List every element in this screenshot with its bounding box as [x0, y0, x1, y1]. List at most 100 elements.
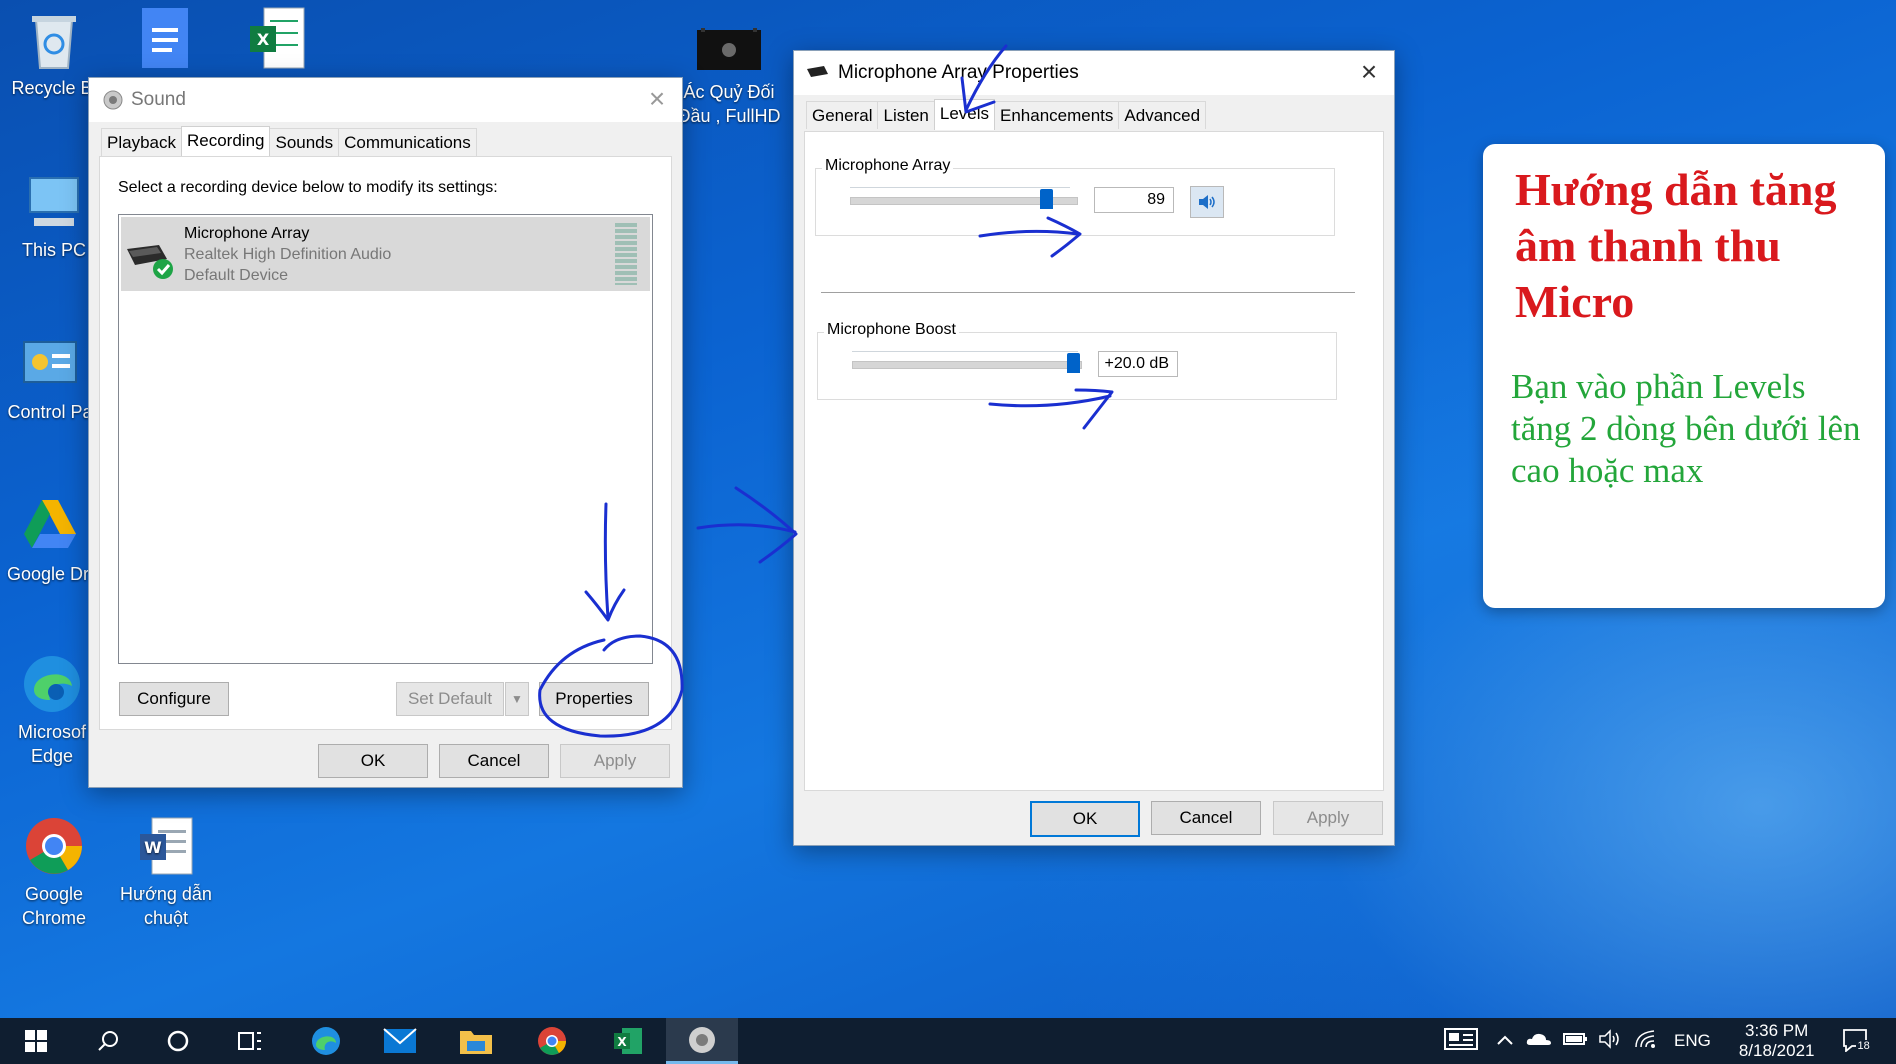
desktop-icon-label: Ác Quỷ Đối Đầu , FullHD [677, 82, 781, 126]
battery-icon[interactable] [1562, 1031, 1598, 1052]
taskbar-edge[interactable] [290, 1018, 362, 1064]
tab-general[interactable]: General [806, 101, 879, 129]
tab-enhancements[interactable]: Enhancements [994, 101, 1120, 129]
speaker-icon [103, 90, 123, 110]
microphone-boost-group: Microphone Boost +20.0 dB [817, 321, 1337, 400]
group-divider [821, 292, 1355, 293]
desktop-icon-control-panel[interactable]: Control Pa [0, 332, 100, 424]
tab-communications[interactable]: Communications [338, 128, 477, 156]
callout-heading: Hướng dẫn tăng âm thanh thu Micro [1515, 164, 1837, 327]
properties-button[interactable]: Properties [539, 682, 649, 716]
desktop-icon-video[interactable]: Ác Quỷ Đối Đầu , FullHD [676, 28, 782, 128]
recording-instruction: Select a recording device below to modif… [118, 179, 498, 196]
mail-icon [383, 1028, 417, 1054]
desktop-icon-label: Hướng dẫn chuột [120, 884, 212, 928]
news-icon[interactable] [1444, 1027, 1484, 1056]
apply-button[interactable]: Apply [560, 744, 670, 778]
properties-dialog-titlebar[interactable]: Microphone Array Properties × [794, 51, 1394, 95]
device-status: Default Device [184, 267, 289, 284]
tab-listen[interactable]: Listen [877, 101, 935, 129]
this-pc-icon [22, 170, 86, 234]
tab-sounds[interactable]: Sounds [269, 128, 340, 156]
desktop-icon-label: Microsof Edge [17, 722, 86, 766]
close-icon[interactable]: × [1354, 57, 1384, 87]
microphone-device-icon [125, 241, 175, 281]
onedrive-icon[interactable] [1526, 1031, 1562, 1052]
cancel-button[interactable]: Cancel [1151, 801, 1261, 835]
taskbar-chrome[interactable] [516, 1018, 588, 1064]
control-panel-icon [18, 332, 82, 396]
taskbar-file-explorer[interactable] [440, 1018, 512, 1064]
level-meter [615, 223, 637, 285]
mute-button[interactable] [1190, 186, 1224, 218]
svg-text:W: W [144, 838, 162, 857]
speaker-volume-icon [1197, 193, 1217, 211]
apply-button[interactable]: Apply [1273, 801, 1383, 835]
sound-dialog-title: Sound [131, 89, 186, 110]
level-slider-ticks [850, 187, 1070, 190]
device-row-microphone-array[interactable]: Microphone Array Realtek High Definition… [121, 217, 650, 291]
device-list[interactable]: Microphone Array Realtek High Definition… [118, 214, 653, 664]
tab-recording[interactable]: Recording [180, 126, 271, 157]
svg-text:X: X [617, 1035, 627, 1049]
chevron-down-icon: ▼ [511, 692, 523, 706]
taskbar-excel[interactable]: X [592, 1018, 664, 1064]
notification-center[interactable]: 18 [1842, 1028, 1871, 1054]
device-name: Microphone Array [184, 225, 310, 242]
cortana-button[interactable] [142, 1018, 214, 1064]
svg-text:X: X [257, 30, 270, 49]
desktop-icon-label: Google Chrome [21, 884, 87, 928]
callout-body: Bạn vào phần Levels tăng 2 dòng bên dưới… [1511, 367, 1861, 490]
search-button[interactable] [72, 1018, 144, 1064]
tab-advanced[interactable]: Advanced [1118, 101, 1207, 129]
language-indicator[interactable]: ENG [1674, 1031, 1711, 1051]
cortana-icon [166, 1029, 190, 1053]
docs-shortcut-icon[interactable] [136, 0, 194, 72]
microphone-icon [806, 65, 830, 81]
boost-slider-track [852, 361, 1082, 369]
levels-panel: Microphone Array 89 Microphone Boost +20… [804, 131, 1384, 791]
wifi-icon[interactable] [1634, 1029, 1670, 1054]
ok-button[interactable]: OK [1030, 801, 1140, 837]
video-file-icon [697, 28, 761, 76]
desktop-icon-google-drive[interactable]: Google Dri [0, 494, 100, 586]
taskbar-mail[interactable] [364, 1018, 436, 1064]
clock[interactable]: 3:36 PM 8/18/2021 [1739, 1021, 1815, 1061]
cancel-button[interactable]: Cancel [439, 744, 549, 778]
properties-dialog-tabs: General Listen Levels Enhancements Advan… [794, 95, 1394, 130]
start-button[interactable] [0, 1018, 72, 1064]
boost-slider-ticks [852, 351, 1078, 354]
ok-button[interactable]: OK [318, 744, 428, 778]
tutorial-callout: Hướng dẫn tăng âm thanh thu Micro Bạn và… [1483, 144, 1885, 608]
boost-value-input[interactable]: +20.0 dB [1098, 351, 1178, 377]
chrome-icon [536, 1025, 568, 1057]
taskbar-sound-settings[interactable] [666, 1018, 738, 1064]
close-icon[interactable]: × [642, 84, 672, 114]
task-view-button[interactable] [214, 1018, 286, 1064]
tab-levels[interactable]: Levels [933, 99, 995, 130]
sound-dialog-titlebar[interactable]: Sound × [89, 78, 682, 122]
taskbar: X ENG 3:36 PM 8/18/2021 18 [0, 1018, 1896, 1064]
annotation-arrowhead-right [734, 486, 798, 564]
windows-logo-icon [24, 1029, 48, 1053]
boost-slider-thumb[interactable] [1067, 353, 1080, 373]
desktop-icon-word-doc[interactable]: W Hướng dẫn chuột [116, 814, 216, 930]
microphone-array-group: Microphone Array 89 [815, 157, 1335, 236]
edge-icon [20, 652, 84, 716]
tab-playback[interactable]: Playback [101, 128, 182, 156]
level-value-input[interactable]: 89 [1094, 187, 1174, 213]
set-default-button[interactable]: Set Default [396, 682, 504, 716]
system-tray: ENG 3:36 PM 8/18/2021 18 [1444, 1018, 1871, 1064]
properties-dialog-title: Microphone Array Properties [838, 62, 1079, 83]
clock-date: 8/18/2021 [1738, 1041, 1815, 1060]
desktop-icon-chrome[interactable]: Google Chrome [4, 814, 104, 930]
level-slider-thumb[interactable] [1039, 189, 1053, 209]
desktop-icon-label: Control Pa [7, 402, 93, 422]
folder-icon [459, 1027, 493, 1055]
volume-icon[interactable] [1598, 1028, 1634, 1054]
configure-button[interactable]: Configure [119, 682, 229, 716]
chevron-up-icon[interactable] [1496, 1031, 1526, 1051]
desktop-icon-edge[interactable]: Microsof Edge [2, 652, 102, 768]
set-default-dropdown[interactable]: ▼ [505, 682, 529, 716]
excel-shortcut-icon[interactable]: X [246, 0, 310, 72]
